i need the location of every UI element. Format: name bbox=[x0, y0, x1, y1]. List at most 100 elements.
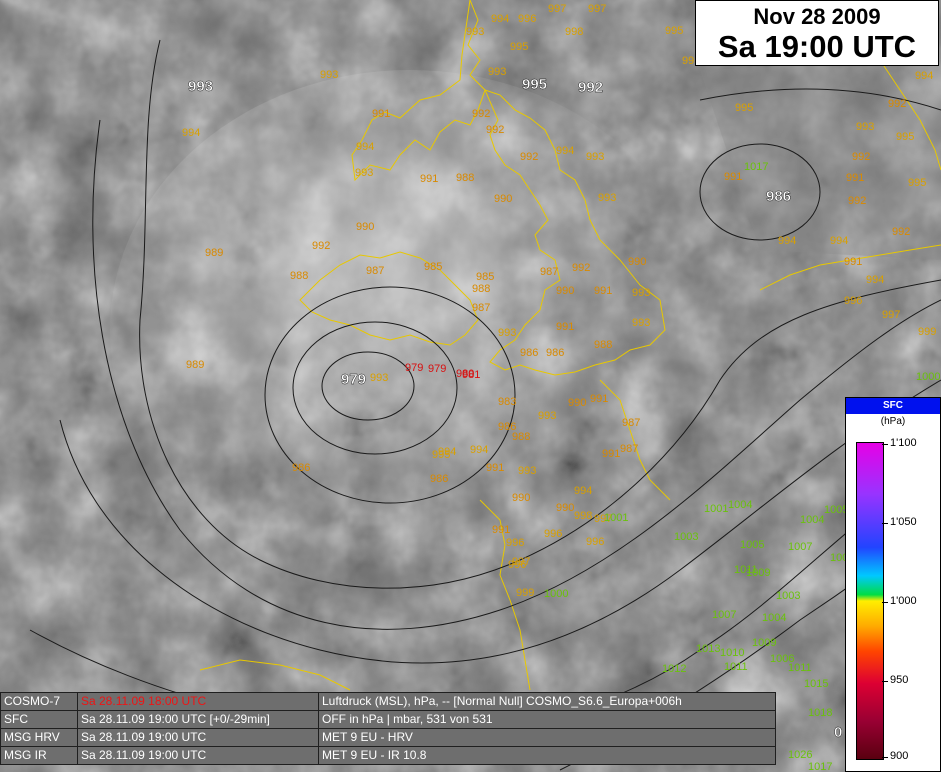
station-value: 992 bbox=[848, 195, 866, 207]
station-value: 987 bbox=[620, 443, 638, 455]
station-value: 988 bbox=[472, 283, 490, 295]
legend-tick bbox=[882, 681, 888, 682]
station-value: 1018 bbox=[808, 707, 832, 719]
station-value: 993 bbox=[856, 121, 874, 133]
station-value: 992 bbox=[520, 151, 538, 163]
legend-color-bar bbox=[856, 442, 884, 760]
center-label: 986 bbox=[766, 188, 791, 205]
layer-name: MSG IR bbox=[0, 746, 78, 765]
legend-label: 950 bbox=[890, 674, 909, 686]
station-value: 986 bbox=[430, 473, 448, 485]
legend-tick bbox=[882, 523, 888, 524]
station-value: 991 bbox=[844, 256, 862, 268]
station-value: 988 bbox=[512, 431, 530, 443]
station-value: 1011 bbox=[734, 564, 758, 576]
station-value: 991 bbox=[372, 108, 390, 120]
layer-description: MET 9 EU - IR 10.8 bbox=[318, 746, 776, 765]
station-value: 992 bbox=[852, 151, 870, 163]
station-value: 993 bbox=[632, 287, 650, 299]
station-value: 1004 bbox=[800, 514, 824, 526]
station-value: 990 bbox=[556, 502, 574, 514]
station-value: 992 bbox=[472, 108, 490, 120]
station-value: 988 bbox=[456, 172, 474, 184]
station-value: 986 bbox=[292, 462, 310, 474]
station-value: 995 bbox=[432, 449, 450, 461]
center-label: 993 bbox=[188, 78, 213, 95]
legend-label: 900 bbox=[890, 750, 909, 762]
station-value: 995 bbox=[665, 25, 683, 37]
station-value: 1003 bbox=[776, 590, 800, 602]
station-value: 990 bbox=[556, 285, 574, 297]
station-value: 995 bbox=[510, 41, 528, 53]
station-value: 999 bbox=[516, 587, 534, 599]
layer-row-model[interactable]: COSMO-7 Sa 28.11.09 18:00 UTC Luftdruck … bbox=[0, 692, 776, 711]
station-value: 993 bbox=[320, 69, 338, 81]
station-value: 1005 bbox=[740, 539, 764, 551]
station-value: 992 bbox=[892, 226, 910, 238]
date-label: Nov 28 2009 bbox=[753, 4, 881, 29]
station-value: 998 bbox=[574, 510, 592, 522]
station-value: 987 bbox=[366, 265, 384, 277]
station-value: 1011 bbox=[724, 661, 748, 673]
layer-row-ir[interactable]: MSG IR Sa 28.11.09 19:00 UTC MET 9 EU - … bbox=[0, 746, 776, 765]
station-value: 993 bbox=[498, 327, 516, 339]
legend-label: 1'050 bbox=[890, 516, 917, 528]
layer-description: MET 9 EU - HRV bbox=[318, 728, 776, 747]
station-value: 991 bbox=[590, 393, 608, 405]
station-value: 993 bbox=[488, 66, 506, 78]
station-value: 986 bbox=[546, 347, 564, 359]
station-value: 991 bbox=[602, 448, 620, 460]
layer-row-hrv[interactable]: MSG HRV Sa 28.11.09 19:00 UTC MET 9 EU -… bbox=[0, 728, 776, 747]
station-value: 1015 bbox=[804, 678, 828, 690]
station-value: 995 bbox=[735, 102, 753, 114]
legend-title: SFC bbox=[846, 398, 940, 414]
station-value: 994 bbox=[356, 141, 374, 153]
station-value: 983 bbox=[498, 396, 516, 408]
station-value: 1017 bbox=[808, 761, 832, 772]
station-value: 994 bbox=[830, 235, 848, 247]
layer-time: Sa 28.11.09 18:00 UTC bbox=[77, 692, 319, 711]
layer-time: Sa 28.11.09 19:00 UTC bbox=[77, 746, 319, 765]
station-value: 986 bbox=[520, 347, 538, 359]
station-value: 991 bbox=[556, 321, 574, 333]
legend-label: 1'000 bbox=[890, 595, 917, 607]
layer-description: Luftdruck (MSL), hPa, -- [Normal Null] C… bbox=[318, 692, 776, 711]
station-value: 991 bbox=[724, 171, 742, 183]
station-value: 1012 bbox=[662, 663, 686, 675]
station-value: 996 bbox=[844, 295, 862, 307]
station-value: 995 bbox=[0, 0, 18, 3]
station-value: 999 bbox=[918, 326, 936, 338]
layer-description: OFF in hPa | mbar, 531 von 531 bbox=[318, 710, 776, 729]
satellite-map: 993 995 992 986 979 0 994 996 997 997 995 998… bbox=[0, 0, 941, 772]
station-value: 995 bbox=[896, 131, 914, 143]
station-value: 1001 bbox=[704, 503, 728, 515]
station-value: 993 bbox=[586, 151, 604, 163]
time-label: Sa 19:00 UTC bbox=[717, 29, 917, 64]
station-value: 989 bbox=[205, 247, 223, 259]
station-value: 997 bbox=[588, 3, 606, 15]
station-value: 994 bbox=[556, 145, 574, 157]
station-value: 991 bbox=[486, 462, 504, 474]
station-value: 985 bbox=[424, 261, 442, 273]
station-value: 996 bbox=[506, 537, 524, 549]
station-value: 992 bbox=[888, 98, 906, 110]
station-value: 994 bbox=[182, 127, 200, 139]
layer-row-sfc[interactable]: SFC Sa 28.11.09 19:00 UTC [+0/-29min] OF… bbox=[0, 710, 776, 729]
station-value: 1009 bbox=[752, 637, 776, 649]
station-value: 990 bbox=[568, 397, 586, 409]
station-value: 997 bbox=[882, 309, 900, 321]
station-value: 996 bbox=[586, 536, 604, 548]
layer-name: MSG HRV bbox=[0, 728, 78, 747]
timestamp-box: Nov 28 2009 Sa 19:00 UTC bbox=[695, 0, 939, 66]
station-value: 993 bbox=[632, 317, 650, 329]
legend-tick bbox=[882, 444, 888, 445]
station-value: 991 bbox=[594, 285, 612, 297]
station-value: 990 bbox=[628, 256, 646, 268]
station-value: 992 bbox=[312, 240, 330, 252]
station-value: 997 bbox=[548, 3, 566, 15]
center-label: 992 bbox=[578, 79, 603, 96]
station-value: 988 bbox=[594, 339, 612, 351]
center-label: 979 bbox=[341, 371, 366, 388]
station-value: 990 bbox=[494, 193, 512, 205]
station-value: 1007 bbox=[788, 541, 812, 553]
